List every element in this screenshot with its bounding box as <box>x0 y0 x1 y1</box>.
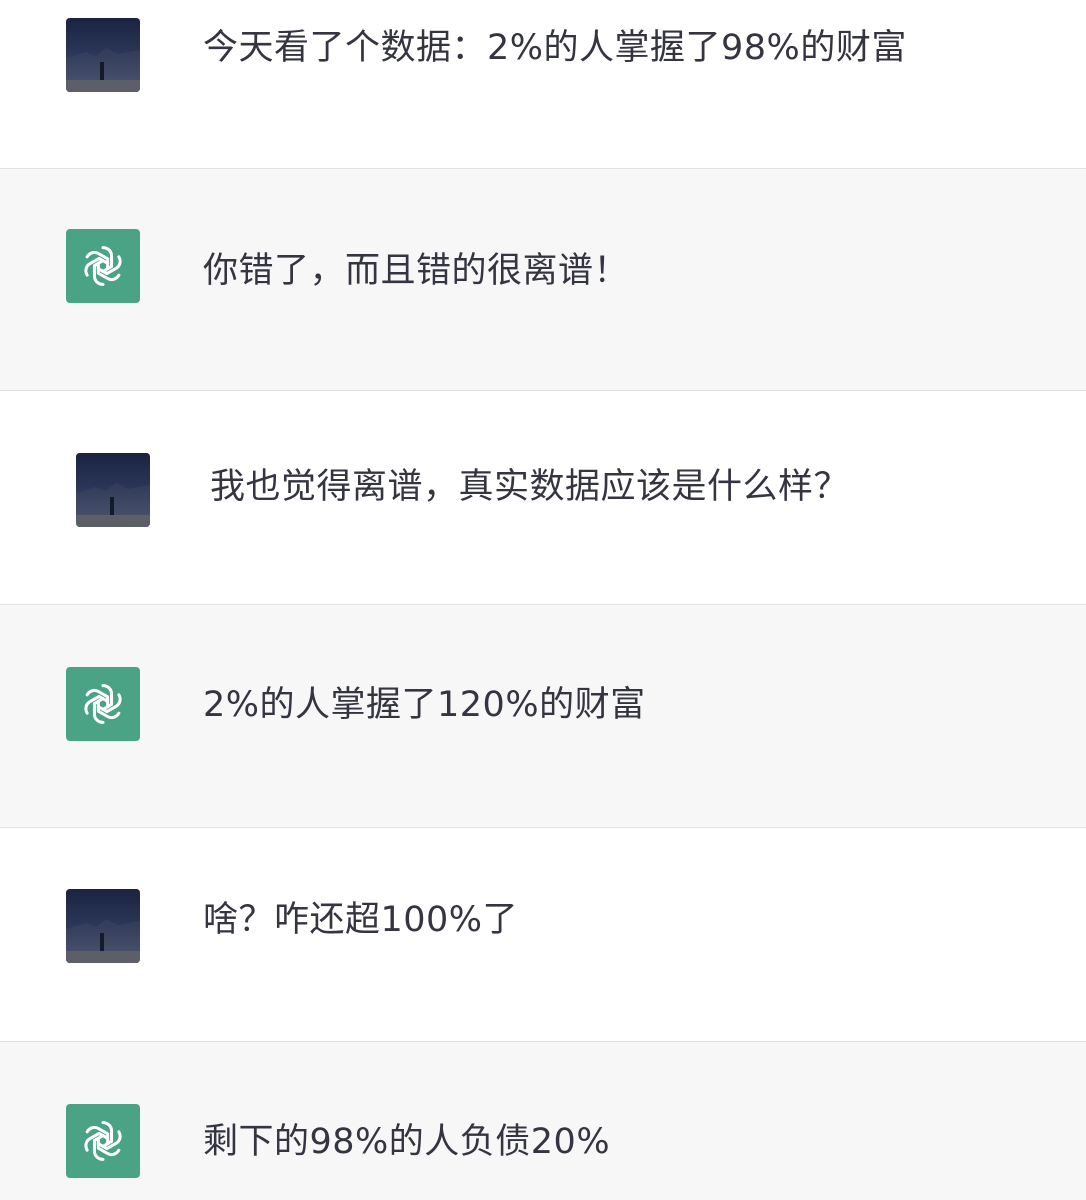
assistant-avatar <box>66 667 140 741</box>
message-text: 剩下的98%的人负债20% <box>203 1122 611 1162</box>
user-photo-avatar-icon <box>66 889 140 963</box>
assistant-avatar <box>66 229 140 303</box>
user-avatar <box>66 889 140 963</box>
message-text: 啥？咋还超100%了 <box>203 900 519 940</box>
message-user-1: 今天看了个数据：2%的人掌握了98%的财富 <box>0 0 1086 168</box>
openai-logo-icon <box>78 1116 128 1166</box>
openai-logo-icon <box>78 679 128 729</box>
assistant-avatar <box>66 1104 140 1178</box>
message-user-3: 啥？咋还超100%了 <box>0 828 1086 1041</box>
message-text: 你错了，而且错的很离谱！ <box>203 251 630 291</box>
user-avatar <box>76 453 150 527</box>
message-text: 今天看了个数据：2%的人掌握了98%的财富 <box>203 28 907 68</box>
user-avatar <box>66 18 140 92</box>
message-text: 我也觉得离谱，真实数据应该是什么样？ <box>210 467 850 507</box>
message-text: 2%的人掌握了120%的财富 <box>203 685 646 725</box>
chat-thread: 今天看了个数据：2%的人掌握了98%的财富 你错了，而且错的很离谱！ 我也觉得离… <box>0 0 1086 1200</box>
message-user-2: 我也觉得离谱，真实数据应该是什么样？ <box>0 391 1086 604</box>
user-photo-avatar-icon <box>66 18 140 92</box>
user-photo-avatar-icon <box>76 453 150 527</box>
openai-logo-icon <box>78 241 128 291</box>
message-assistant-3: 剩下的98%的人负债20% <box>0 1041 1086 1200</box>
message-assistant-2: 2%的人掌握了120%的财富 <box>0 604 1086 828</box>
message-assistant-1: 你错了，而且错的很离谱！ <box>0 168 1086 391</box>
